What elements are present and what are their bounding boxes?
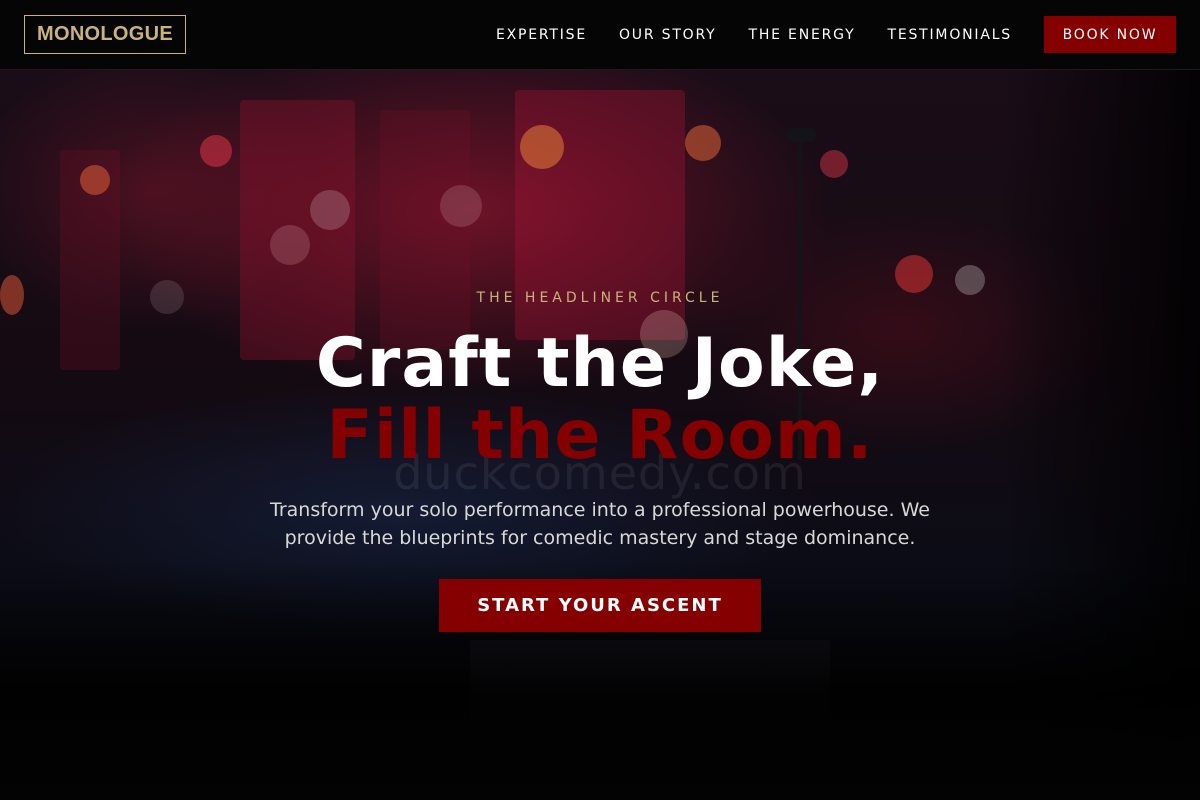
bokeh-light bbox=[895, 255, 933, 293]
hero-eyebrow: THE HEADLINER CIRCLE bbox=[476, 290, 724, 306]
nav-link-expertise[interactable]: EXPERTISE bbox=[496, 27, 587, 43]
bokeh-light bbox=[820, 150, 848, 178]
bokeh-light bbox=[520, 125, 564, 169]
microphone bbox=[786, 128, 816, 142]
start-your-ascent-button[interactable]: START YOUR ASCENT bbox=[439, 579, 761, 632]
top-navbar: MONOLOGUE EXPERTISE OUR STORY THE ENERGY… bbox=[0, 0, 1200, 70]
hero-subtext: Transform your solo performance into a p… bbox=[270, 499, 930, 549]
nav-link-testimonials[interactable]: TESTIMONIALS bbox=[887, 27, 1012, 43]
book-now-button[interactable]: BOOK NOW bbox=[1044, 16, 1176, 53]
bokeh-light bbox=[685, 125, 721, 161]
site-logo[interactable]: MONOLOGUE bbox=[24, 15, 187, 54]
nav-links: EXPERTISE OUR STORY THE ENERGY TESTIMONI… bbox=[496, 16, 1176, 53]
nav-link-the-energy[interactable]: THE ENERGY bbox=[748, 27, 855, 43]
headline-line-1: Craft the Joke, bbox=[315, 324, 885, 403]
bokeh-light bbox=[80, 165, 110, 195]
nav-link-our-story[interactable]: OUR STORY bbox=[619, 27, 717, 43]
bokeh-light bbox=[270, 225, 310, 265]
hero-section: THE HEADLINER CIRCLE Craft the Joke, Fil… bbox=[0, 290, 1200, 632]
bokeh-light bbox=[200, 135, 232, 167]
headline-line-2: Fill the Room. bbox=[326, 396, 874, 475]
hero-headline: Craft the Joke, Fill the Room. bbox=[0, 328, 1200, 472]
bokeh-light bbox=[310, 190, 350, 230]
bokeh-light bbox=[440, 185, 482, 227]
